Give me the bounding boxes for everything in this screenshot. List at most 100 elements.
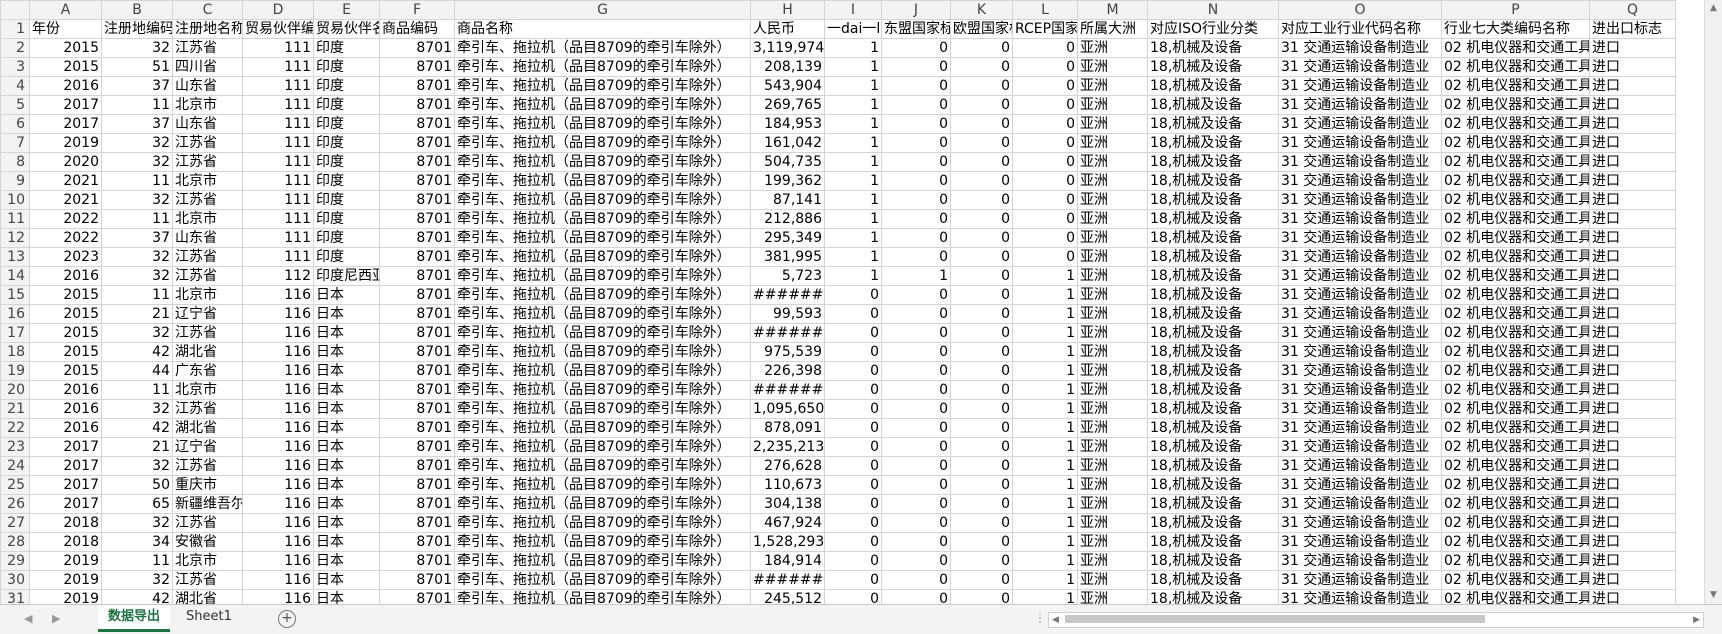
cell[interactable]: 2015 [29,323,102,343]
cell[interactable]: 日本 [313,475,380,495]
cell[interactable]: 0 [1012,171,1078,191]
cell[interactable]: 0 [881,532,951,552]
cell[interactable]: 0 [881,513,951,533]
cell[interactable]: ####### [750,570,825,590]
cell[interactable]: 日本 [313,285,380,305]
cell[interactable]: 02 机电仪器和交通工具 [1441,57,1590,77]
row-number[interactable]: 10 [0,190,30,210]
cell[interactable]: 8701 [379,114,455,134]
cell[interactable]: 牵引车、拖拉机（品目8709的牵引车除外） [454,133,751,153]
cell[interactable]: 亚洲 [1077,285,1148,305]
cell[interactable]: 0 [950,589,1013,604]
cell[interactable]: 02 机电仪器和交通工具 [1441,570,1590,590]
row-number[interactable]: 4 [0,76,30,96]
cell[interactable]: 111 [242,57,314,77]
cell[interactable]: 18,机械及设备 [1147,513,1279,533]
cell[interactable]: 0 [881,570,951,590]
cell[interactable]: 亚洲 [1077,570,1148,590]
cell[interactable]: 0 [881,399,951,419]
cell[interactable]: 牵引车、拖拉机（品目8709的牵引车除外） [454,57,751,77]
cell[interactable]: 0 [824,589,882,604]
cell[interactable]: 湖北省 [172,418,243,438]
row-number[interactable]: 23 [0,437,30,457]
cell[interactable]: 亚洲 [1077,228,1148,248]
cell[interactable]: 32 [101,399,173,419]
cell[interactable]: 31 交通运输设备制造业 [1278,209,1442,229]
column-title-cell[interactable]: 贸易伙伴名称 [313,19,380,39]
cell[interactable]: 亚洲 [1077,380,1148,400]
cell[interactable]: 02 机电仪器和交通工具 [1441,171,1590,191]
cell[interactable]: 江苏省 [172,513,243,533]
cell[interactable]: 2,235,213 [750,437,825,457]
cell[interactable]: 1 [1012,494,1078,514]
cell[interactable]: 116 [242,570,314,590]
cell[interactable]: ####### [750,380,825,400]
column-header-a[interactable]: A [29,0,102,20]
cell[interactable]: 0 [950,76,1013,96]
cell[interactable]: 进口 [1589,532,1676,552]
cell[interactable]: 02 机电仪器和交通工具 [1441,190,1590,210]
cell[interactable]: 8701 [379,570,455,590]
cell[interactable]: 0 [881,437,951,457]
cell[interactable]: 日本 [313,589,380,604]
cell[interactable]: 02 机电仪器和交通工具 [1441,532,1590,552]
next-sheet-icon[interactable]: ▶ [52,612,60,625]
cell[interactable]: 11 [101,209,173,229]
cell[interactable]: 31 交通运输设备制造业 [1278,361,1442,381]
cell[interactable]: 0 [824,418,882,438]
cell[interactable]: 湖北省 [172,342,243,362]
cell[interactable]: 02 机电仪器和交通工具 [1441,589,1590,604]
column-header-k[interactable]: K [950,0,1013,20]
cell[interactable]: 31 交通运输设备制造业 [1278,570,1442,590]
cell[interactable]: 116 [242,323,314,343]
cell[interactable]: 8701 [379,380,455,400]
cell[interactable]: 1 [824,95,882,115]
cell[interactable]: 亚洲 [1077,133,1148,153]
cell[interactable]: 0 [950,247,1013,267]
cell[interactable]: 日本 [313,342,380,362]
cell[interactable]: 0 [950,513,1013,533]
row-number[interactable]: 1 [0,19,30,39]
add-sheet-icon[interactable]: + [278,610,296,628]
cell[interactable]: 日本 [313,323,380,343]
cell[interactable]: 印度 [313,171,380,191]
cell[interactable]: 亚洲 [1077,209,1148,229]
row-number[interactable]: 19 [0,361,30,381]
cell[interactable]: 日本 [313,361,380,381]
cell[interactable]: 2017 [29,114,102,134]
column-header-g[interactable]: G [454,0,751,20]
cell[interactable]: 牵引车、拖拉机（品目8709的牵引车除外） [454,570,751,590]
cell[interactable]: 02 机电仪器和交通工具 [1441,114,1590,134]
cell[interactable]: 0 [881,247,951,267]
cell[interactable]: 辽宁省 [172,304,243,324]
cell[interactable]: 295,349 [750,228,825,248]
cell[interactable]: 江苏省 [172,323,243,343]
cell[interactable]: 02 机电仪器和交通工具 [1441,418,1590,438]
cell[interactable]: 印度 [313,228,380,248]
cell[interactable]: 116 [242,437,314,457]
row-number[interactable]: 25 [0,475,30,495]
cell[interactable]: 印度尼西亚 [313,266,380,286]
column-title-cell[interactable]: 商品编码 [379,19,455,39]
cell[interactable]: 日本 [313,532,380,552]
column-header-j[interactable]: J [881,0,951,20]
cell[interactable]: 进口 [1589,133,1676,153]
cell[interactable]: 0 [950,114,1013,134]
column-header-n[interactable]: N [1147,0,1279,20]
cell[interactable]: 34 [101,532,173,552]
cell[interactable]: 牵引车、拖拉机（品目8709的牵引车除外） [454,114,751,134]
cell[interactable]: 31 交通运输设备制造业 [1278,247,1442,267]
cell[interactable]: 亚洲 [1077,114,1148,134]
cell[interactable]: 02 机电仪器和交通工具 [1441,494,1590,514]
cell[interactable]: 0 [881,76,951,96]
cell[interactable]: 31 交通运输设备制造业 [1278,76,1442,96]
cell[interactable]: 0 [881,589,951,604]
cell[interactable]: 161,042 [750,133,825,153]
cell[interactable]: 0 [824,475,882,495]
cell[interactable]: 1 [1012,342,1078,362]
cell[interactable]: 进口 [1589,190,1676,210]
cell[interactable]: 18,机械及设备 [1147,551,1279,571]
cell[interactable]: 02 机电仪器和交通工具 [1441,247,1590,267]
cell[interactable]: 江苏省 [172,152,243,172]
cell[interactable]: 31 交通运输设备制造业 [1278,304,1442,324]
